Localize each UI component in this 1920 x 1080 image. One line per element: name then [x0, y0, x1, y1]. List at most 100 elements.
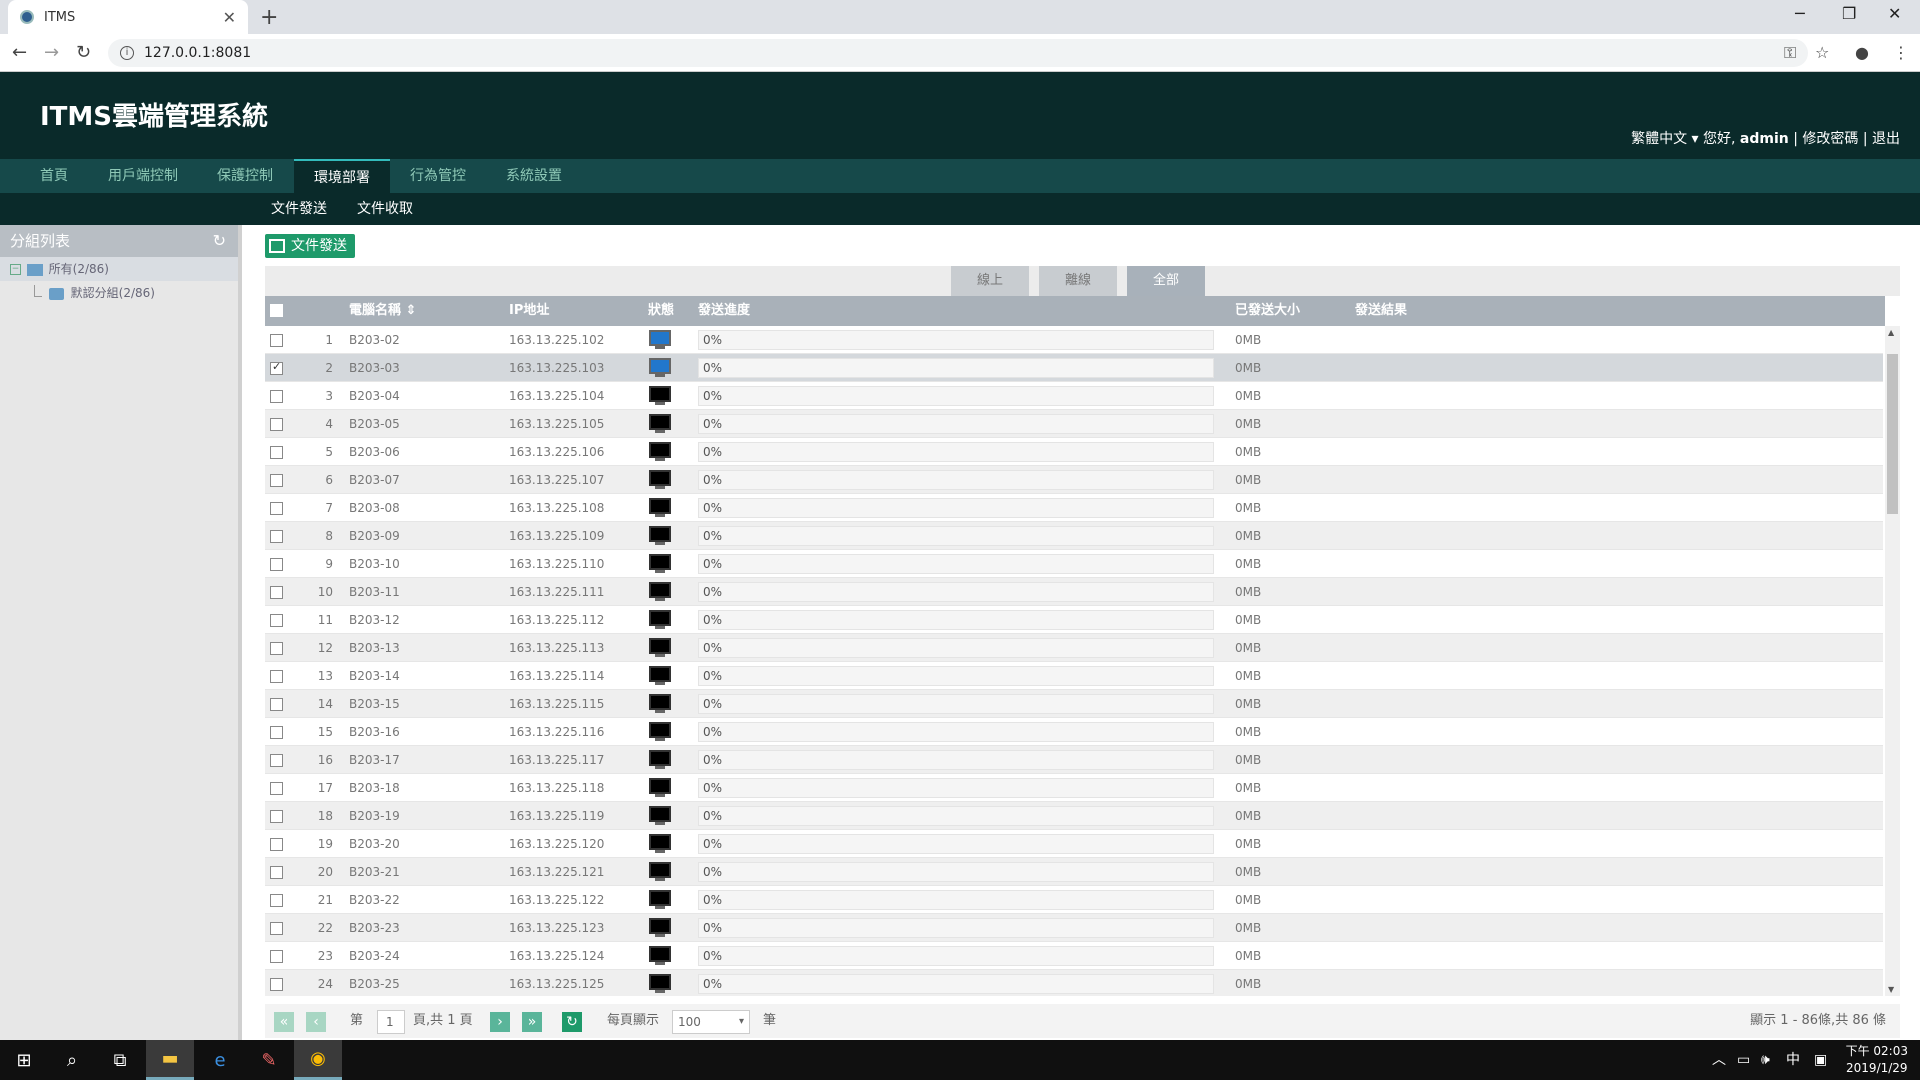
- row-checkbox[interactable]: [270, 418, 283, 431]
- row-checkbox[interactable]: [270, 670, 283, 683]
- row-checkbox[interactable]: [270, 360, 283, 375]
- row-checkbox[interactable]: [270, 978, 283, 991]
- bookmark-star-icon[interactable]: ☆: [1815, 43, 1829, 62]
- forward-icon[interactable]: →: [44, 42, 59, 63]
- tray-expand-icon[interactable]: ︿: [1712, 1040, 1726, 1080]
- table-row[interactable]: 7 B203-08 163.13.225.108 0% 0MB: [265, 494, 1883, 522]
- row-checkbox[interactable]: [270, 530, 283, 543]
- profile-icon[interactable]: ●: [1855, 43, 1869, 62]
- row-checkbox[interactable]: [270, 586, 283, 599]
- table-row[interactable]: 9 B203-10 163.13.225.110 0% 0MB: [265, 550, 1883, 578]
- table-row[interactable]: 8 B203-09 163.13.225.109 0% 0MB: [265, 522, 1883, 550]
- table-row[interactable]: 15 B203-16 163.13.225.116 0% 0MB: [265, 718, 1883, 746]
- chevron-down-icon[interactable]: ▾: [739, 1011, 744, 1033]
- collapse-icon[interactable]: −: [10, 264, 21, 275]
- select-all-checkbox[interactable]: [270, 304, 283, 317]
- menu-kebab-icon[interactable]: ⋮: [1893, 43, 1909, 62]
- table-row[interactable]: 16 B203-17 163.13.225.117 0% 0MB: [265, 746, 1883, 774]
- row-checkbox[interactable]: [270, 390, 283, 403]
- page-input[interactable]: 1: [377, 1010, 405, 1034]
- table-row[interactable]: 12 B203-13 163.13.225.113 0% 0MB: [265, 634, 1883, 662]
- internet-explorer-icon[interactable]: e: [196, 1040, 244, 1080]
- table-row[interactable]: 20 B203-21 163.13.225.121 0% 0MB: [265, 858, 1883, 886]
- restore-icon[interactable]: ❐: [1842, 4, 1856, 23]
- table-row[interactable]: 5 B203-06 163.13.225.106 0% 0MB: [265, 438, 1883, 466]
- minimize-icon[interactable]: ─: [1795, 4, 1805, 23]
- volume-icon[interactable]: 🕪: [1761, 1040, 1770, 1080]
- row-checkbox[interactable]: [270, 894, 283, 907]
- file-explorer-icon[interactable]: ▬: [146, 1040, 194, 1080]
- row-checkbox[interactable]: [270, 782, 283, 795]
- table-row[interactable]: 13 B203-14 163.13.225.114 0% 0MB: [265, 662, 1883, 690]
- table-row[interactable]: 17 B203-18 163.13.225.118 0% 0MB: [265, 774, 1883, 802]
- new-tab-icon[interactable]: +: [260, 5, 278, 30]
- row-checkbox[interactable]: [270, 726, 283, 739]
- system-clock[interactable]: 下午 02:03 2019/1/29: [1846, 1043, 1908, 1077]
- table-row[interactable]: 6 B203-07 163.13.225.107 0% 0MB: [265, 466, 1883, 494]
- row-checkbox[interactable]: [270, 474, 283, 487]
- next-page-icon[interactable]: ›: [490, 1012, 510, 1032]
- filter-all[interactable]: 全部: [1127, 266, 1205, 296]
- table-row[interactable]: 1 B203-02 163.13.225.102 0% 0MB: [265, 326, 1883, 354]
- table-row[interactable]: 19 B203-20 163.13.225.120 0% 0MB: [265, 830, 1883, 858]
- row-checkbox[interactable]: [270, 866, 283, 879]
- nav-behavior-control[interactable]: 行為管控: [390, 159, 486, 193]
- row-checkbox[interactable]: [270, 810, 283, 823]
- window-close-icon[interactable]: ✕: [1888, 4, 1901, 23]
- row-checkbox[interactable]: [270, 334, 283, 347]
- notification-icon[interactable]: ▣: [1814, 1040, 1827, 1080]
- subnav-file-send[interactable]: 文件發送: [271, 193, 327, 225]
- start-windows-icon[interactable]: ⊞: [0, 1040, 48, 1080]
- language-select[interactable]: 繁體中文: [1631, 131, 1687, 147]
- scroll-down-icon[interactable]: ▼: [1888, 985, 1894, 994]
- chrome-icon[interactable]: ◉: [294, 1040, 342, 1080]
- nav-environment-deploy[interactable]: 環境部署: [294, 159, 390, 193]
- table-scrollbar[interactable]: ▲ ▼: [1885, 326, 1900, 996]
- nav-system-settings[interactable]: 系統設置: [486, 159, 582, 193]
- row-checkbox[interactable]: [270, 642, 283, 655]
- first-page-icon[interactable]: «: [274, 1012, 294, 1032]
- sort-icon[interactable]: ⇕: [406, 303, 417, 318]
- row-checkbox[interactable]: [270, 754, 283, 767]
- table-row[interactable]: 10 B203-11 163.13.225.111 0% 0MB: [265, 578, 1883, 606]
- tab-close-icon[interactable]: ✕: [223, 8, 236, 27]
- reload-icon[interactable]: ↻: [76, 42, 91, 63]
- table-row[interactable]: 4 B203-05 163.13.225.105 0% 0MB: [265, 410, 1883, 438]
- table-row[interactable]: 21 B203-22 163.13.225.122 0% 0MB: [265, 886, 1883, 914]
- address-bar[interactable]: i 127.0.0.1:8081: [108, 39, 1808, 67]
- last-page-icon[interactable]: »: [522, 1012, 542, 1032]
- table-row[interactable]: 14 B203-15 163.13.225.115 0% 0MB: [265, 690, 1883, 718]
- back-icon[interactable]: ←: [12, 42, 27, 63]
- row-checkbox[interactable]: [270, 950, 283, 963]
- table-row[interactable]: 23 B203-24 163.13.225.124 0% 0MB: [265, 942, 1883, 970]
- row-checkbox[interactable]: [270, 614, 283, 627]
- nav-home[interactable]: 首頁: [20, 159, 88, 193]
- table-row[interactable]: 2 B203-03 163.13.225.103 0% 0MB: [265, 354, 1883, 382]
- refresh-page-icon[interactable]: ↻: [562, 1012, 582, 1032]
- table-row[interactable]: 24 B203-25 163.13.225.125 0% 0MB: [265, 970, 1883, 996]
- per-page-select[interactable]: 100 ▾: [672, 1010, 750, 1034]
- prev-page-icon[interactable]: ‹: [306, 1012, 326, 1032]
- change-password-link[interactable]: 修改密碼: [1802, 131, 1858, 147]
- row-checkbox[interactable]: [270, 558, 283, 571]
- table-row[interactable]: 11 B203-12 163.13.225.112 0% 0MB: [265, 606, 1883, 634]
- table-row[interactable]: 3 B203-04 163.13.225.104 0% 0MB: [265, 382, 1883, 410]
- scroll-thumb[interactable]: [1887, 354, 1898, 514]
- nav-protection-control[interactable]: 保護控制: [197, 159, 293, 193]
- subnav-file-receive[interactable]: 文件收取: [357, 193, 413, 225]
- task-view-icon[interactable]: ⧉: [96, 1040, 144, 1080]
- nav-client-control[interactable]: 用戶端控制: [88, 159, 198, 193]
- scroll-up-icon[interactable]: ▲: [1888, 328, 1894, 337]
- filter-offline[interactable]: 離線: [1039, 266, 1117, 296]
- col-computer-name[interactable]: 電腦名稱 ⇕: [349, 296, 416, 326]
- row-checkbox[interactable]: [270, 502, 283, 515]
- chevron-down-icon[interactable]: ▾: [1687, 131, 1703, 147]
- row-checkbox[interactable]: [270, 446, 283, 459]
- filter-online[interactable]: 線上: [951, 266, 1029, 296]
- search-icon[interactable]: ⌕: [48, 1040, 96, 1080]
- row-checkbox[interactable]: [270, 922, 283, 935]
- key-icon[interactable]: ⚿: [1784, 43, 1796, 63]
- logout-link[interactable]: 退出: [1872, 131, 1900, 147]
- site-info-icon[interactable]: i: [120, 46, 134, 60]
- table-row[interactable]: 22 B203-23 163.13.225.123 0% 0MB: [265, 914, 1883, 942]
